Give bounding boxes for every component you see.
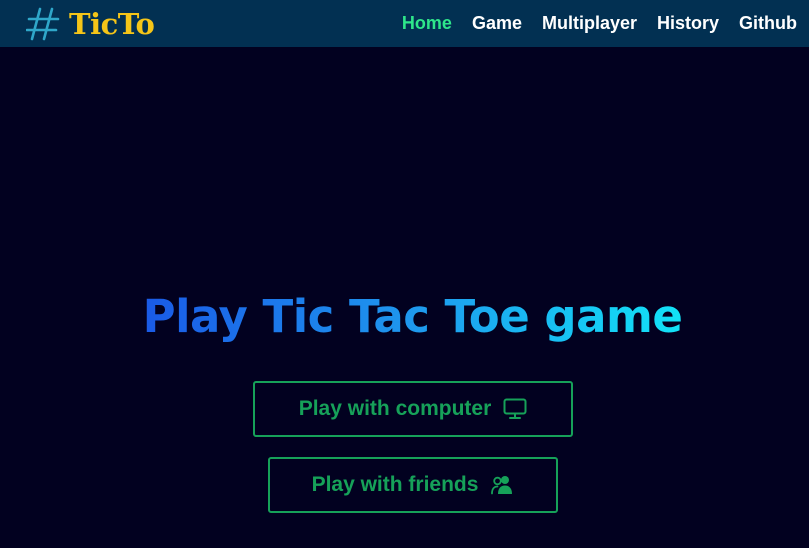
page-title: Play Tic Tac Toe game <box>0 290 809 343</box>
nav-link-multiplayer[interactable]: Multiplayer <box>542 13 637 34</box>
users-icon <box>491 476 513 495</box>
navbar: TicTo Home Game Multiplayer History Gith… <box>0 0 809 47</box>
nav-link-home[interactable]: Home <box>402 13 452 34</box>
nav-links: Home Game Multiplayer History Github <box>382 13 797 34</box>
play-with-computer-button[interactable]: Play with computer <box>253 381 573 437</box>
nav-link-game[interactable]: Game <box>472 13 522 34</box>
monitor-icon <box>503 398 527 419</box>
play-with-friends-button[interactable]: Play with friends <box>268 457 558 513</box>
page-title-text: Play Tic Tac Toe game <box>142 290 683 343</box>
hash-icon <box>26 7 60 40</box>
nav-link-history[interactable]: History <box>657 13 719 34</box>
nav-link-github[interactable]: Github <box>739 13 797 34</box>
brand-logo[interactable]: TicTo <box>26 5 155 43</box>
brand-name: TicTo <box>69 6 155 41</box>
play-with-friends-label: Play with friends <box>311 473 479 496</box>
play-with-computer-label: Play with computer <box>298 397 492 420</box>
